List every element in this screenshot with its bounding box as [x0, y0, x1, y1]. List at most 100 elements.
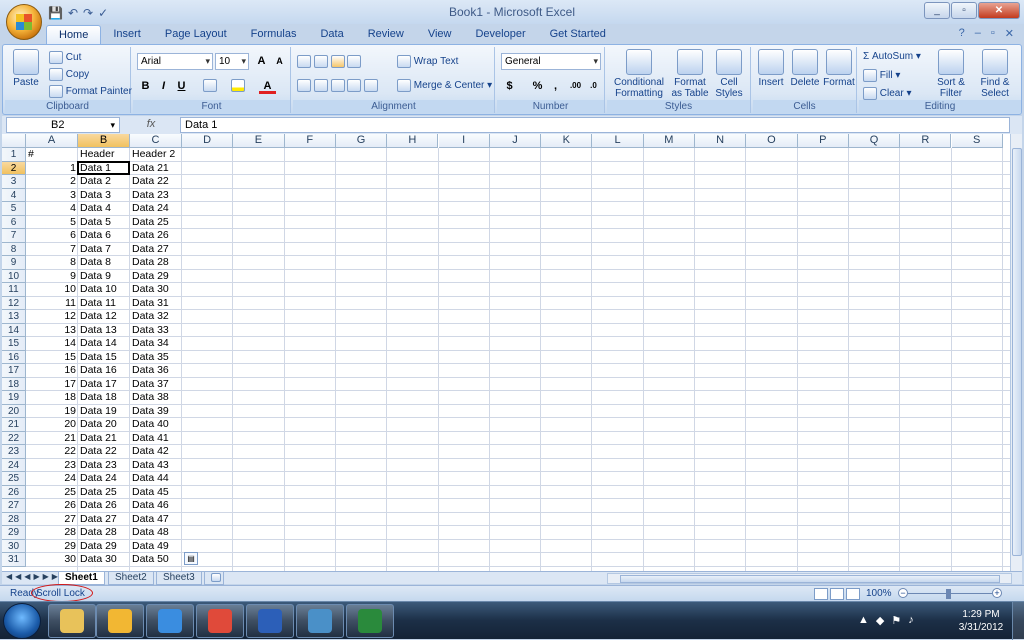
cell[interactable]: Data 1 — [78, 162, 130, 176]
row-header[interactable]: 9 — [2, 256, 26, 270]
percent-button[interactable]: % — [529, 78, 546, 94]
column-header-o[interactable]: O — [746, 134, 798, 148]
cell[interactable]: 6 — [26, 229, 78, 243]
cell[interactable]: Data 49 — [130, 540, 182, 554]
row-header[interactable]: 5 — [2, 202, 26, 216]
cell[interactable]: Data 24 — [78, 472, 130, 486]
paste-options-icon[interactable]: ▤ — [184, 552, 198, 565]
row-header[interactable]: 7 — [2, 229, 26, 243]
cell[interactable]: 28 — [26, 526, 78, 540]
select-all-corner[interactable] — [2, 134, 26, 148]
taskbar-item[interactable] — [346, 604, 394, 638]
cell[interactable]: 7 — [26, 243, 78, 257]
taskbar-item[interactable] — [96, 604, 144, 638]
vertical-scrollbar[interactable] — [1010, 134, 1022, 571]
cell[interactable]: 11 — [26, 297, 78, 311]
row-header[interactable]: 27 — [2, 499, 26, 513]
column-header-d[interactable]: D — [182, 134, 234, 148]
taskbar-item[interactable] — [296, 604, 344, 638]
workbook-minimize-button[interactable]: – — [975, 27, 981, 40]
cell[interactable]: Data 28 — [78, 526, 130, 540]
row-header[interactable]: 8 — [2, 242, 26, 256]
italic-button[interactable]: I — [155, 78, 172, 94]
merge-center-button[interactable]: Merge & Center ▾ — [397, 79, 492, 92]
clear-button[interactable]: Clear ▾ — [863, 87, 912, 100]
wrap-text-button[interactable]: Wrap Text — [397, 55, 458, 68]
underline-button[interactable]: U — [173, 78, 190, 94]
cell-styles-button[interactable]: Cell Styles — [711, 49, 747, 99]
taskbar-item[interactable] — [196, 604, 244, 638]
sheet-tab-sheet3[interactable]: Sheet3 — [156, 572, 202, 585]
column-header-s[interactable]: S — [951, 134, 1003, 148]
cell[interactable]: Data 26 — [130, 229, 182, 243]
column-header-l[interactable]: L — [592, 134, 644, 148]
row-header[interactable]: 28 — [2, 512, 26, 526]
zoom-slider[interactable]: − + — [898, 588, 1002, 599]
cell[interactable]: Data 32 — [130, 310, 182, 324]
taskbar-item[interactable] — [146, 604, 194, 638]
page-layout-view-button[interactable] — [830, 588, 844, 600]
row-header[interactable]: 22 — [2, 431, 26, 445]
delete-cells-button[interactable]: Delete — [789, 49, 821, 88]
normal-view-button[interactable] — [814, 588, 828, 600]
column-header-k[interactable]: K — [541, 134, 593, 148]
start-button[interactable] — [3, 603, 41, 639]
cell[interactable]: 17 — [26, 378, 78, 392]
cell[interactable]: Data 6 — [78, 229, 130, 243]
tab-view[interactable]: View — [416, 25, 464, 44]
cell[interactable]: Data 25 — [130, 216, 182, 230]
maximize-button[interactable]: ▫ — [951, 2, 977, 19]
tab-get-started[interactable]: Get Started — [538, 25, 618, 44]
cell[interactable]: Data 10 — [78, 283, 130, 297]
cell[interactable]: Data 17 — [78, 378, 130, 392]
horizontal-scroll-thumb[interactable] — [620, 575, 1000, 583]
cell[interactable]: Data 45 — [130, 486, 182, 500]
cell[interactable]: Data 27 — [78, 513, 130, 527]
cell[interactable]: Data 48 — [130, 526, 182, 540]
cell[interactable]: Data 12 — [78, 310, 130, 324]
column-header-c[interactable]: C — [130, 134, 182, 148]
insert-cells-button[interactable]: Insert — [755, 49, 787, 88]
cell[interactable]: Data 34 — [130, 337, 182, 351]
cell[interactable]: Data 8 — [78, 256, 130, 270]
cell[interactable]: 25 — [26, 486, 78, 500]
row-header[interactable]: 10 — [2, 269, 26, 283]
cell[interactable]: Data 2 — [78, 175, 130, 189]
worksheet-grid[interactable]: A B C D E F G H I J K L M N O P Q R S 1 2 3 4 5 6 7 8 9 10 11 12 13 14 15… — [2, 134, 1010, 571]
column-header-i[interactable]: I — [438, 134, 490, 148]
show-desktop-button[interactable] — [1012, 602, 1024, 640]
zoom-knob[interactable] — [946, 589, 951, 599]
column-header-j[interactable]: J — [489, 134, 542, 148]
name-box[interactable]: B2 — [6, 117, 120, 133]
cell[interactable]: 3 — [26, 189, 78, 203]
row-header[interactable]: 13 — [2, 310, 26, 324]
cell[interactable]: Data 20 — [78, 418, 130, 432]
fill-button[interactable]: Fill ▾ — [863, 69, 900, 82]
cell[interactable]: Data 15 — [78, 351, 130, 365]
row-header[interactable]: 2 — [2, 161, 26, 175]
row-header[interactable]: 19 — [2, 391, 26, 405]
cell[interactable]: Data 14 — [78, 337, 130, 351]
cell[interactable]: Data 4 — [78, 202, 130, 216]
zoom-in-icon[interactable]: + — [992, 588, 1002, 598]
cell[interactable]: Data 33 — [130, 324, 182, 338]
zoom-level[interactable]: 100% — [866, 588, 892, 599]
volume-icon[interactable]: ♪ — [908, 614, 914, 627]
row-header[interactable]: 11 — [2, 283, 26, 297]
comma-button[interactable]: , — [547, 78, 564, 94]
column-header-p[interactable]: P — [797, 134, 849, 148]
cell[interactable]: 19 — [26, 405, 78, 419]
cell[interactable]: 23 — [26, 459, 78, 473]
column-header-a[interactable]: A — [26, 134, 78, 148]
tab-page-layout[interactable]: Page Layout — [153, 25, 239, 44]
cell[interactable]: Data 16 — [78, 364, 130, 378]
network-icon[interactable]: ▲ — [858, 614, 869, 627]
cell[interactable]: 15 — [26, 351, 78, 365]
row-header[interactable]: 20 — [2, 404, 26, 418]
workbook-close-button[interactable]: ✕ — [1005, 27, 1014, 40]
row-header[interactable]: 14 — [2, 323, 26, 337]
cell[interactable]: Data 22 — [130, 175, 182, 189]
column-header-q[interactable]: Q — [848, 134, 901, 148]
cell[interactable]: 2 — [26, 175, 78, 189]
tab-formulas[interactable]: Formulas — [239, 25, 309, 44]
